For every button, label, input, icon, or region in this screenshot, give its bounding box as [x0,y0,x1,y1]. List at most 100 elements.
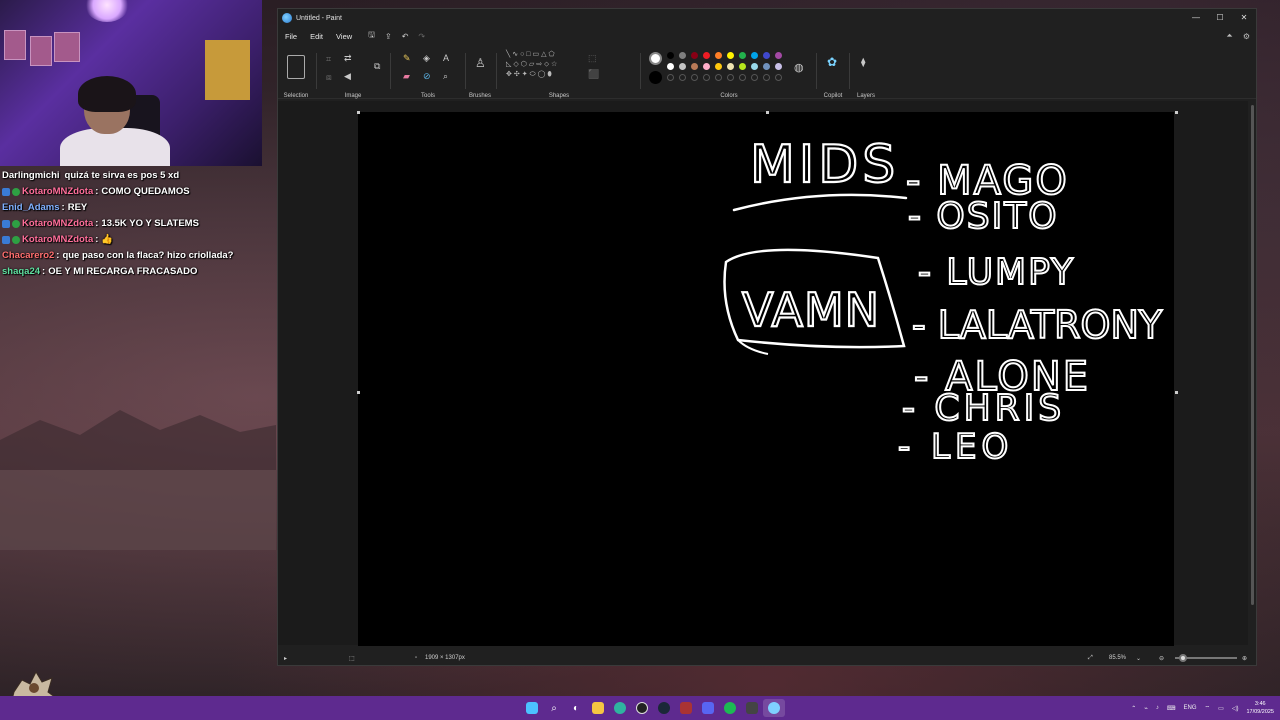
secondary-color-swatch[interactable] [649,71,662,84]
color-swatch[interactable] [751,52,758,59]
crop-icon[interactable]: ⌗ [326,54,331,65]
display-icon[interactable]: ▭ [1218,705,1224,712]
color-swatch[interactable] [715,52,722,59]
start-windows-icon[interactable] [521,699,543,717]
color-picker-icon[interactable]: ⊘ [423,71,431,82]
color-swatch[interactable] [679,63,686,70]
menu-edit[interactable]: Edit [310,32,323,41]
copilot-icon[interactable]: ✿ [827,55,837,69]
search-icon[interactable]: ⌕ [543,699,565,717]
ribbon-toolbar: Selection ⌗ ⇄ ⧉ ⧈ ◀ Image ✎ ◈ A ▰ ⊘ ⌕ To… [278,47,1256,99]
color-swatch[interactable] [703,63,710,70]
resize-handle[interactable] [357,391,360,394]
zoom-slider-handle[interactable] [1179,654,1187,662]
selection-tool-icon[interactable] [287,55,305,79]
language-indicator[interactable]: ENG [1184,705,1197,711]
system-clock[interactable]: 3:46 17/09/2025 [1246,700,1274,716]
brush-icon[interactable]: ♙ [475,56,486,70]
custom-color-slot[interactable] [775,74,782,81]
color-swatch[interactable] [775,52,782,59]
spotify-icon[interactable] [719,699,741,717]
color-wheel-icon[interactable]: ◍ [794,61,804,74]
zoom-dropdown-icon[interactable]: ⌄ [1136,655,1141,662]
pencil-icon[interactable]: ✎ [403,53,411,64]
custom-color-slot[interactable] [679,74,686,81]
dota-icon[interactable] [675,699,697,717]
zoom-out-icon[interactable]: ⊖ [1159,655,1164,662]
color-swatch[interactable] [715,63,722,70]
color-swatch[interactable] [691,63,698,70]
color-swatch[interactable] [763,52,770,59]
color-swatch[interactable] [727,63,734,70]
eraser-icon[interactable]: ▰ [403,71,410,82]
resize-handle[interactable] [1175,391,1178,394]
tray-network-icon[interactable]: ⌁ [1144,705,1148,712]
menu-file[interactable]: File [285,32,297,41]
close-button[interactable]: ✕ [1232,9,1256,27]
color-swatch[interactable] [775,63,782,70]
color-swatch[interactable] [667,52,674,59]
share-icon[interactable]: ⇪ [385,32,392,41]
redo-icon[interactable]: ↷ [418,32,425,41]
fit-to-window-icon[interactable]: ⤢ [1088,655,1093,662]
color-swatch[interactable] [679,52,686,59]
tray-keyboard-icon[interactable]: ⌨ [1167,705,1176,712]
calculator-icon[interactable] [741,699,763,717]
color-swatch[interactable] [667,63,674,70]
shapes-gallery[interactable]: ╲∿○□▭△⬠ ◺◇⬡▱⇨⬦☆ ✥✣✦⬭◯⬮ [506,50,559,80]
fill-icon[interactable]: ◈ [423,53,430,64]
settings-gear-icon[interactable]: ⚙ [1243,32,1250,41]
vertical-scrollbar[interactable] [1251,105,1254,605]
obs-icon[interactable] [631,699,653,717]
minimize-button[interactable]: — [1184,9,1208,27]
custom-color-slot[interactable] [715,74,722,81]
menu-view[interactable]: View [336,32,352,41]
custom-color-slot[interactable] [751,74,758,81]
color-swatch[interactable] [739,63,746,70]
custom-color-slot[interactable] [763,74,770,81]
edge-icon[interactable] [609,699,631,717]
drawing-canvas[interactable]: MIDS VAMN - MAGO - OSITO - LUMPY - LALAT… [358,112,1174,646]
steam-icon[interactable] [653,699,675,717]
crop-alt-icon[interactable]: ⧈ [326,72,332,83]
tray-mic-icon[interactable]: ♪ [1156,705,1159,711]
clock-date: 17/09/2025 [1246,709,1274,715]
color-swatch[interactable] [703,52,710,59]
color-swatch[interactable] [739,52,746,59]
discord-icon[interactable] [697,699,719,717]
shape-fill-icon[interactable]: ⬛ [588,69,599,80]
wifi-icon[interactable]: ⌔ [1205,704,1211,712]
custom-color-slot[interactable] [739,74,746,81]
color-swatch[interactable] [763,63,770,70]
color-swatch[interactable] [727,52,734,59]
magnifier-icon[interactable]: ⌕ [443,71,448,82]
image-ai-icon[interactable]: ⧉ [374,61,380,72]
color-swatch[interactable] [751,63,758,70]
task-view-icon[interactable]: ◐ [565,699,587,717]
outline-icon[interactable]: ⬚ [588,53,597,64]
zoom-in-icon[interactable]: ⊕ [1242,655,1247,662]
resize-handle[interactable] [357,111,360,114]
save-icon[interactable]: 🖫 [368,29,375,43]
resize-handle[interactable] [1175,111,1178,114]
volume-icon[interactable]: ◁) [1232,705,1239,712]
undo-icon[interactable]: ↶ [402,32,409,41]
paint-taskbar-icon[interactable] [763,699,785,717]
custom-color-slot[interactable] [727,74,734,81]
maximize-button[interactable]: ☐ [1208,9,1232,27]
file-explorer-icon[interactable] [587,699,609,717]
rotate-icon[interactable]: ◀ [344,71,351,82]
cloud-icon[interactable]: ⏶ [1226,31,1232,41]
zoom-level[interactable]: 85.5% [1109,655,1126,661]
primary-color-swatch[interactable] [649,52,662,65]
resize-handle[interactable] [766,111,769,114]
tray-chevron-icon[interactable]: ⌃ [1131,705,1136,712]
color-swatch[interactable] [691,52,698,59]
layers-icon[interactable]: ⧫ [861,57,865,68]
custom-color-slot[interactable] [667,74,674,81]
custom-color-slot[interactable] [691,74,698,81]
resize-icon[interactable]: ⇄ [344,53,352,64]
poster [54,32,80,62]
text-icon[interactable]: A [443,53,449,63]
custom-color-slot[interactable] [703,74,710,81]
